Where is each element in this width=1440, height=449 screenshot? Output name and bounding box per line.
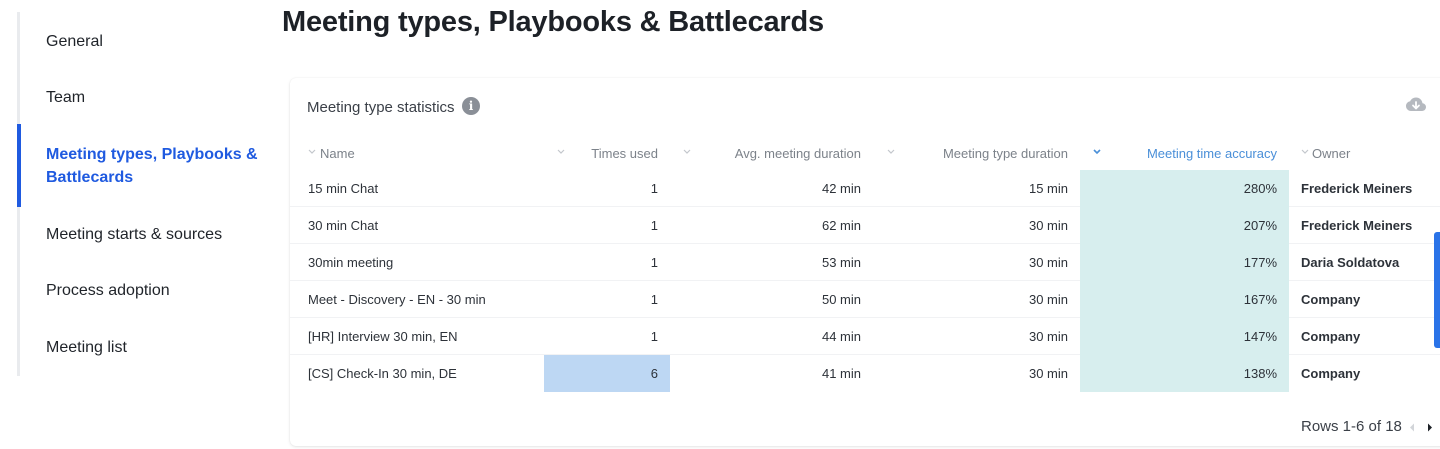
table-row[interactable]: [HR] Interview 30 min, EN 1 44 min 30 mi… [290, 318, 1440, 355]
info-icon[interactable]: i [462, 97, 480, 115]
cell-name: Meet - Discovery - EN - 30 min [308, 292, 486, 307]
cell-type-duration: 30 min [1028, 218, 1068, 233]
cell-avg-duration: 41 min [821, 366, 861, 381]
table-row[interactable]: 30min meeting 1 53 min 30 min 177% Daria… [290, 244, 1440, 281]
column-header-times-used[interactable]: Times used [570, 138, 658, 170]
cell-accuracy: 167% [1080, 281, 1289, 318]
cell-times-used: 1 [650, 181, 658, 196]
table-row[interactable]: 15 min Chat 1 42 min 15 min 280% Frederi… [290, 170, 1440, 207]
cell-accuracy: 147% [1080, 318, 1289, 355]
cell-avg-duration: 42 min [821, 181, 861, 196]
cell-avg-duration: 62 min [821, 218, 861, 233]
sidebar-item-meeting-starts[interactable]: Meeting starts & sources [46, 223, 222, 246]
sidebar-item-meeting-list[interactable]: Meeting list [46, 336, 127, 359]
cell-accuracy: 177% [1080, 244, 1289, 281]
column-header-owner[interactable]: Owner [1312, 138, 1350, 170]
sidebar-active-indicator [17, 124, 21, 207]
cell-owner: Daria Soldatova [1301, 255, 1400, 270]
cell-type-duration: 30 min [1028, 292, 1068, 307]
card-title: Meeting type statistics [307, 99, 455, 116]
table-row[interactable]: Meet - Discovery - EN - 30 min 1 50 min … [290, 281, 1440, 318]
cell-type-duration: 15 min [1028, 181, 1068, 196]
app-root: General Team Meeting types, Playbooks & … [0, 0, 1440, 449]
cell-times-used: 1 [650, 329, 658, 344]
table-row[interactable]: 30 min Chat 1 62 min 30 min 207% Frederi… [290, 207, 1440, 244]
cell-owner: Frederick Meiners [1301, 218, 1413, 233]
sidebar-item-team[interactable]: Team [46, 86, 85, 109]
column-header-accuracy[interactable]: Meeting time accuracy [1105, 138, 1277, 170]
sort-chevron-icon[interactable] [886, 147, 896, 155]
cell-name: 30 min Chat [308, 218, 379, 233]
cell-times-used: 1 [650, 292, 658, 307]
sidebar-item-process-adoption[interactable]: Process adoption [46, 279, 170, 302]
sort-chevron-icon[interactable] [1092, 147, 1102, 155]
column-header-type-duration[interactable]: Meeting type duration [900, 138, 1068, 170]
cell-name: 15 min Chat [308, 181, 379, 196]
cell-owner: Company [1301, 292, 1361, 307]
table-row[interactable]: [CS] Check-In 30 min, DE 6 41 min 30 min… [290, 355, 1440, 392]
cell-owner: Company [1301, 329, 1361, 344]
chevron-left-icon[interactable] [1408, 422, 1416, 433]
cell-times-used: 1 [650, 218, 658, 233]
sort-chevron-icon[interactable] [556, 147, 566, 155]
cell-avg-duration: 50 min [821, 292, 861, 307]
cell-owner: Company [1301, 366, 1361, 381]
sidebar-item-meeting-types[interactable]: Meeting types, Playbooks & Battlecards [46, 143, 261, 189]
cell-name: [HR] Interview 30 min, EN [308, 329, 458, 344]
cell-type-duration: 30 min [1028, 366, 1068, 381]
column-header-name[interactable]: Name [320, 138, 355, 170]
cell-type-duration: 30 min [1028, 255, 1068, 270]
sort-chevron-icon[interactable] [682, 147, 692, 155]
scrollbar-thumb[interactable] [1434, 232, 1440, 348]
cell-avg-duration: 53 min [821, 255, 861, 270]
cell-name: 30min meeting [308, 255, 394, 270]
cell-avg-duration: 44 min [821, 329, 861, 344]
cell-accuracy: 138% [1080, 355, 1289, 392]
cloud-download-icon[interactable] [1405, 96, 1427, 114]
settings-sidebar: General Team Meeting types, Playbooks & … [17, 12, 262, 376]
sidebar-item-general[interactable]: General [46, 30, 103, 53]
pagination-label: Rows 1-6 of 18 [1301, 418, 1402, 435]
cell-type-duration: 30 min [1028, 329, 1068, 344]
page-title: Meeting types, Playbooks & Battlecards [282, 6, 824, 38]
cell-times-used: 6 [544, 355, 670, 392]
meeting-type-statistics-card: Meeting type statistics i Name Times use… [290, 78, 1440, 446]
column-header-avg-duration[interactable]: Avg. meeting duration [695, 138, 861, 170]
cell-times-used: 1 [650, 255, 658, 270]
cell-accuracy: 280% [1080, 170, 1289, 207]
cell-name: [CS] Check-In 30 min, DE [308, 366, 457, 381]
cell-accuracy: 207% [1080, 207, 1289, 244]
cell-owner: Frederick Meiners [1301, 181, 1413, 196]
chevron-right-icon[interactable] [1426, 422, 1434, 433]
sort-chevron-icon[interactable] [1300, 147, 1310, 155]
sort-chevron-icon[interactable] [307, 147, 317, 155]
